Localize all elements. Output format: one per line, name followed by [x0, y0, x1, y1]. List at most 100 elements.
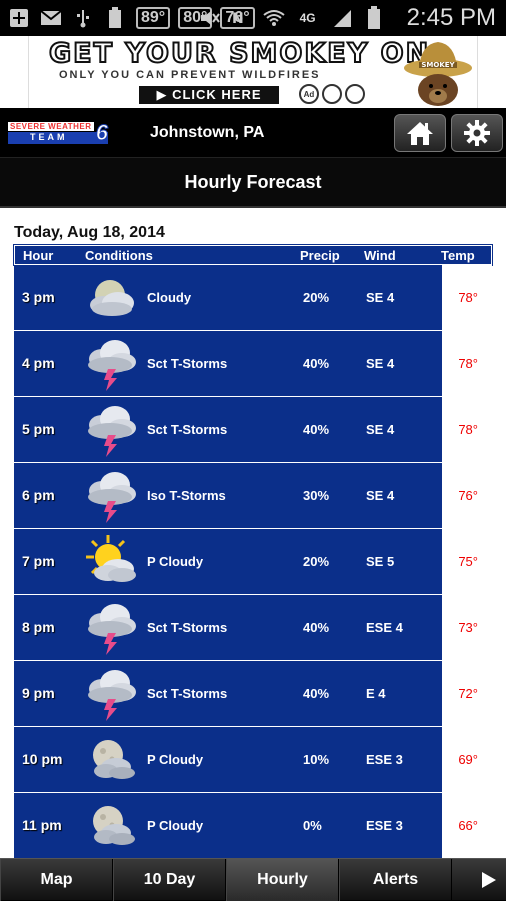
row-conditions: P Cloudy	[147, 554, 204, 569]
col-conditions: Conditions	[85, 247, 153, 263]
tab-map[interactable]: Map	[0, 859, 113, 901]
row-temp: 78°	[458, 422, 478, 437]
ad-logos: Ad	[299, 84, 365, 104]
status-bar: 89° 80° 76° N 4G 2:45 PM	[0, 0, 506, 36]
logo-top-text: SEVERE WEATHER	[8, 121, 94, 131]
row-precip: 10%	[303, 752, 330, 767]
row-conditions: P Cloudy	[147, 818, 204, 833]
home-button[interactable]	[394, 114, 446, 152]
ad-council-logo-icon: Ad	[299, 84, 319, 104]
row-wind: ESE 3	[366, 818, 403, 833]
row-hour: 6 pm	[22, 487, 55, 503]
forecast-row[interactable]: 10 pm P Cloudy 10% ESE 3 69°	[14, 727, 492, 793]
forecast-row[interactable]: 11 pm P Cloudy 0% ESE 3 66°	[14, 793, 492, 858]
wifi-icon	[262, 8, 285, 28]
svg-text:N: N	[232, 11, 244, 27]
thunderstorm-icon	[82, 665, 140, 723]
logo-number: 6	[95, 119, 108, 145]
row-hour: 7 pm	[22, 553, 55, 569]
forecast-content[interactable]: Today, Aug 18, 2014 Hour Conditions Prec…	[0, 208, 506, 858]
thunderstorm-icon	[82, 599, 140, 657]
row-conditions: Sct T-Storms	[147, 686, 228, 701]
forecast-row[interactable]: 3 pm Cloudy 20% SE 4 78°	[14, 265, 492, 331]
ad-content[interactable]: GET YOUR SMOKEY ON ONLY YOU CAN PREVENT …	[28, 36, 478, 108]
app-header: SEVERE WEATHER TEAM 6 Johnstown, PA	[0, 108, 506, 158]
row-wind: SE 5	[366, 554, 395, 569]
row-precip: 20%	[303, 554, 330, 569]
tab-10-day[interactable]: 10 Day	[113, 859, 226, 901]
play-right-icon	[482, 872, 496, 888]
partly-sunny-icon	[82, 533, 140, 591]
col-wind: Wind	[364, 247, 396, 263]
row-wind: SE 4	[366, 488, 395, 503]
row-temp-cell: 76°	[441, 463, 492, 528]
row-wind: ESE 4	[366, 620, 403, 635]
row-temp-cell: 78°	[441, 265, 492, 330]
cloudy-icon	[82, 269, 140, 327]
row-conditions: Sct T-Storms	[147, 422, 228, 437]
nfc-icon: N	[231, 8, 253, 28]
forecast-row[interactable]: 8 pm Sct T-Storms 40% ESE 4 73°	[14, 595, 492, 661]
settings-button[interactable]	[451, 114, 503, 152]
email-icon	[40, 8, 62, 28]
row-temp-cell: 78°	[441, 397, 492, 462]
logo-team-text: TEAM	[8, 131, 108, 144]
row-temp-cell: 69°	[441, 727, 492, 792]
thunderstorm-icon	[82, 467, 140, 525]
forecast-table[interactable]: 3 pm Cloudy 20% SE 4 78° 4 pm Sct T-Storms 40% S…	[14, 265, 492, 858]
row-precip: 40%	[303, 422, 330, 437]
bottom-tab-bar: Map 10 Day Hourly Alerts	[0, 858, 506, 901]
row-temp-cell: 66°	[441, 793, 492, 858]
partly-cloudy-night-icon	[82, 731, 140, 789]
row-conditions: Iso T-Storms	[147, 488, 226, 503]
temp-badge-1: 89°	[136, 7, 171, 29]
row-temp: 69°	[458, 752, 478, 767]
row-hour: 4 pm	[22, 355, 55, 371]
tab-alerts[interactable]: Alerts	[339, 859, 452, 901]
row-wind: ESE 3	[366, 752, 403, 767]
row-hour: 8 pm	[22, 619, 55, 635]
forecast-row[interactable]: 6 pm Iso T-Storms 30% SE 4 76°	[14, 463, 492, 529]
row-precip: 30%	[303, 488, 330, 503]
row-precip: 20%	[303, 290, 330, 305]
row-temp-cell: 75°	[441, 529, 492, 594]
row-temp: 73°	[458, 620, 478, 635]
row-precip: 40%	[303, 686, 330, 701]
thunderstorm-icon	[82, 335, 140, 393]
row-conditions: Sct T-Storms	[147, 356, 228, 371]
row-wind: E 4	[366, 686, 386, 701]
usb-icon	[72, 8, 94, 28]
row-temp: 76°	[458, 488, 478, 503]
partly-cloudy-night-icon	[82, 797, 140, 855]
row-hour: 10 pm	[22, 751, 63, 767]
row-hour: 11 pm	[22, 817, 62, 833]
row-temp-cell: 72°	[441, 661, 492, 726]
ad-click-button[interactable]: ▶ CLICK HERE	[139, 86, 279, 104]
forecast-row[interactable]: 9 pm Sct T-Storms 40% E 4 72°	[14, 661, 492, 727]
add-notification-icon	[8, 8, 30, 28]
row-wind: SE 4	[366, 422, 395, 437]
row-precip: 0%	[303, 818, 322, 833]
tab-scroll-right-button[interactable]	[452, 859, 506, 901]
battery-full-icon	[104, 7, 126, 28]
row-temp: 75°	[458, 554, 478, 569]
ad-banner[interactable]: GET YOUR SMOKEY ON ONLY YOU CAN PREVENT …	[0, 36, 506, 108]
forecast-row[interactable]: 4 pm Sct T-Storms 40% SE 4 78°	[14, 331, 492, 397]
thunderstorm-icon	[82, 401, 140, 459]
gear-icon	[464, 120, 490, 146]
tab-hourly[interactable]: Hourly	[226, 859, 339, 901]
row-hour: 3 pm	[22, 289, 55, 305]
signal-icon	[331, 8, 353, 28]
forest-service-logo-icon	[345, 84, 365, 104]
row-temp: 78°	[458, 356, 478, 371]
row-conditions: Sct T-Storms	[147, 620, 228, 635]
smokey-bear-icon: SMOKEY	[404, 42, 472, 106]
forecast-row[interactable]: 7 pm P Cloudy 20% SE 5 75°	[14, 529, 492, 595]
station-logo: SEVERE WEATHER TEAM 6	[8, 119, 109, 145]
forecast-row[interactable]: 5 pm Sct T-Storms 40% SE 4 78°	[14, 397, 492, 463]
state-forester-logo-icon	[322, 84, 342, 104]
battery-icon	[363, 6, 385, 29]
row-wind: SE 4	[366, 290, 395, 305]
location-label[interactable]: Johnstown, PA	[150, 124, 264, 142]
row-conditions: P Cloudy	[147, 752, 204, 767]
